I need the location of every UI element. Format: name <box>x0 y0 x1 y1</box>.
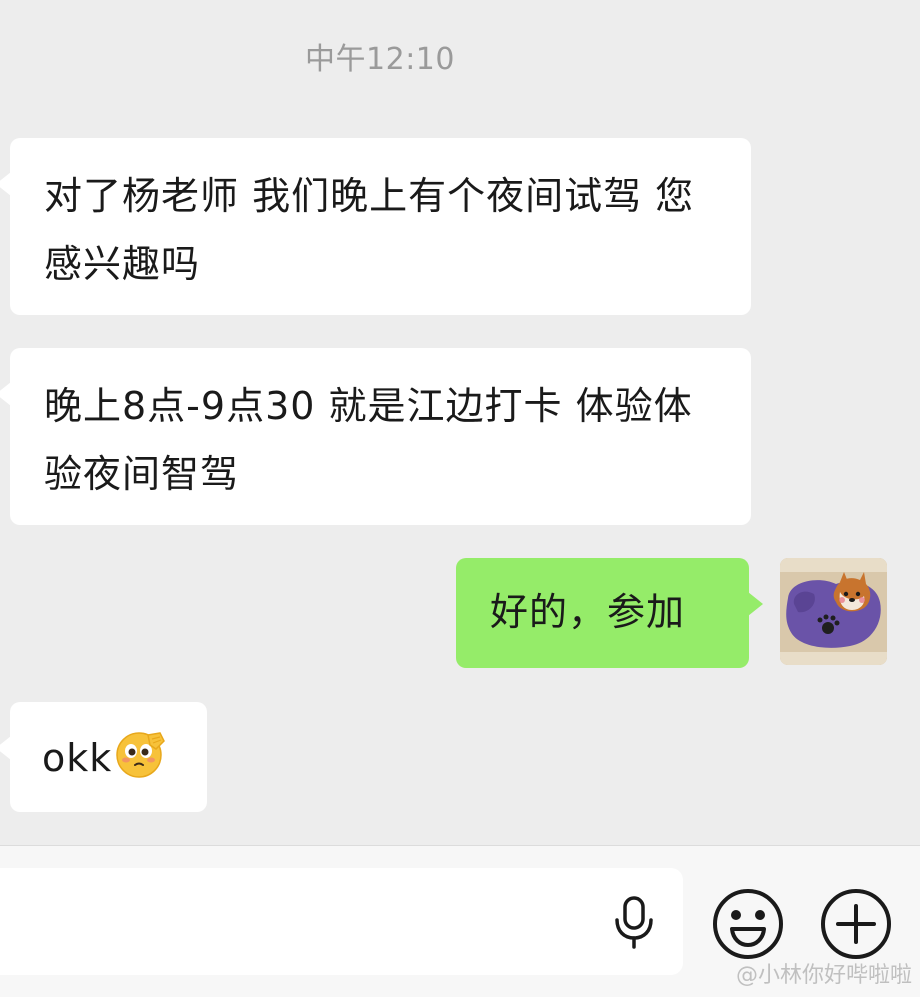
incoming-message-bubble[interactable]: okk <box>0 702 207 812</box>
outgoing-message-bubble[interactable]: 好的，参加 <box>456 558 763 668</box>
message-text: okk <box>42 736 113 780</box>
user-avatar[interactable] <box>780 558 887 665</box>
chat-area: 中午12:10 对了杨老师 我们晚上有个夜间试驾 您感兴趣吗 晚上8点-9点30… <box>0 0 920 845</box>
message-text: 晚上8点-9点30 就是江边打卡 体验体验夜间智驾 <box>44 384 693 496</box>
plus-circle-icon[interactable] <box>819 887 893 961</box>
smiley-face-icon[interactable] <box>711 887 785 961</box>
message-text: 好的，参加 <box>490 590 686 634</box>
salute-face-emoji-icon <box>114 727 168 802</box>
shiba-dog-avatar-icon <box>780 558 887 665</box>
message-input[interactable] <box>0 868 683 975</box>
watermark: @小林你好哔啦啦 <box>736 957 912 989</box>
message-text: 对了杨老师 我们晚上有个夜间试驾 您感兴趣吗 <box>44 174 695 286</box>
watermark-text: @小林你好哔啦啦 <box>735 963 912 988</box>
incoming-message-bubble[interactable]: 对了杨老师 我们晚上有个夜间试驾 您感兴趣吗 <box>0 138 751 315</box>
message-timestamp: 中午12:10 <box>305 42 455 77</box>
incoming-message-bubble[interactable]: 晚上8点-9点30 就是江边打卡 体验体验夜间智驾 <box>0 348 751 525</box>
chat-input-bar: @小林你好哔啦啦 <box>0 845 920 997</box>
microphone-icon[interactable] <box>608 894 660 950</box>
